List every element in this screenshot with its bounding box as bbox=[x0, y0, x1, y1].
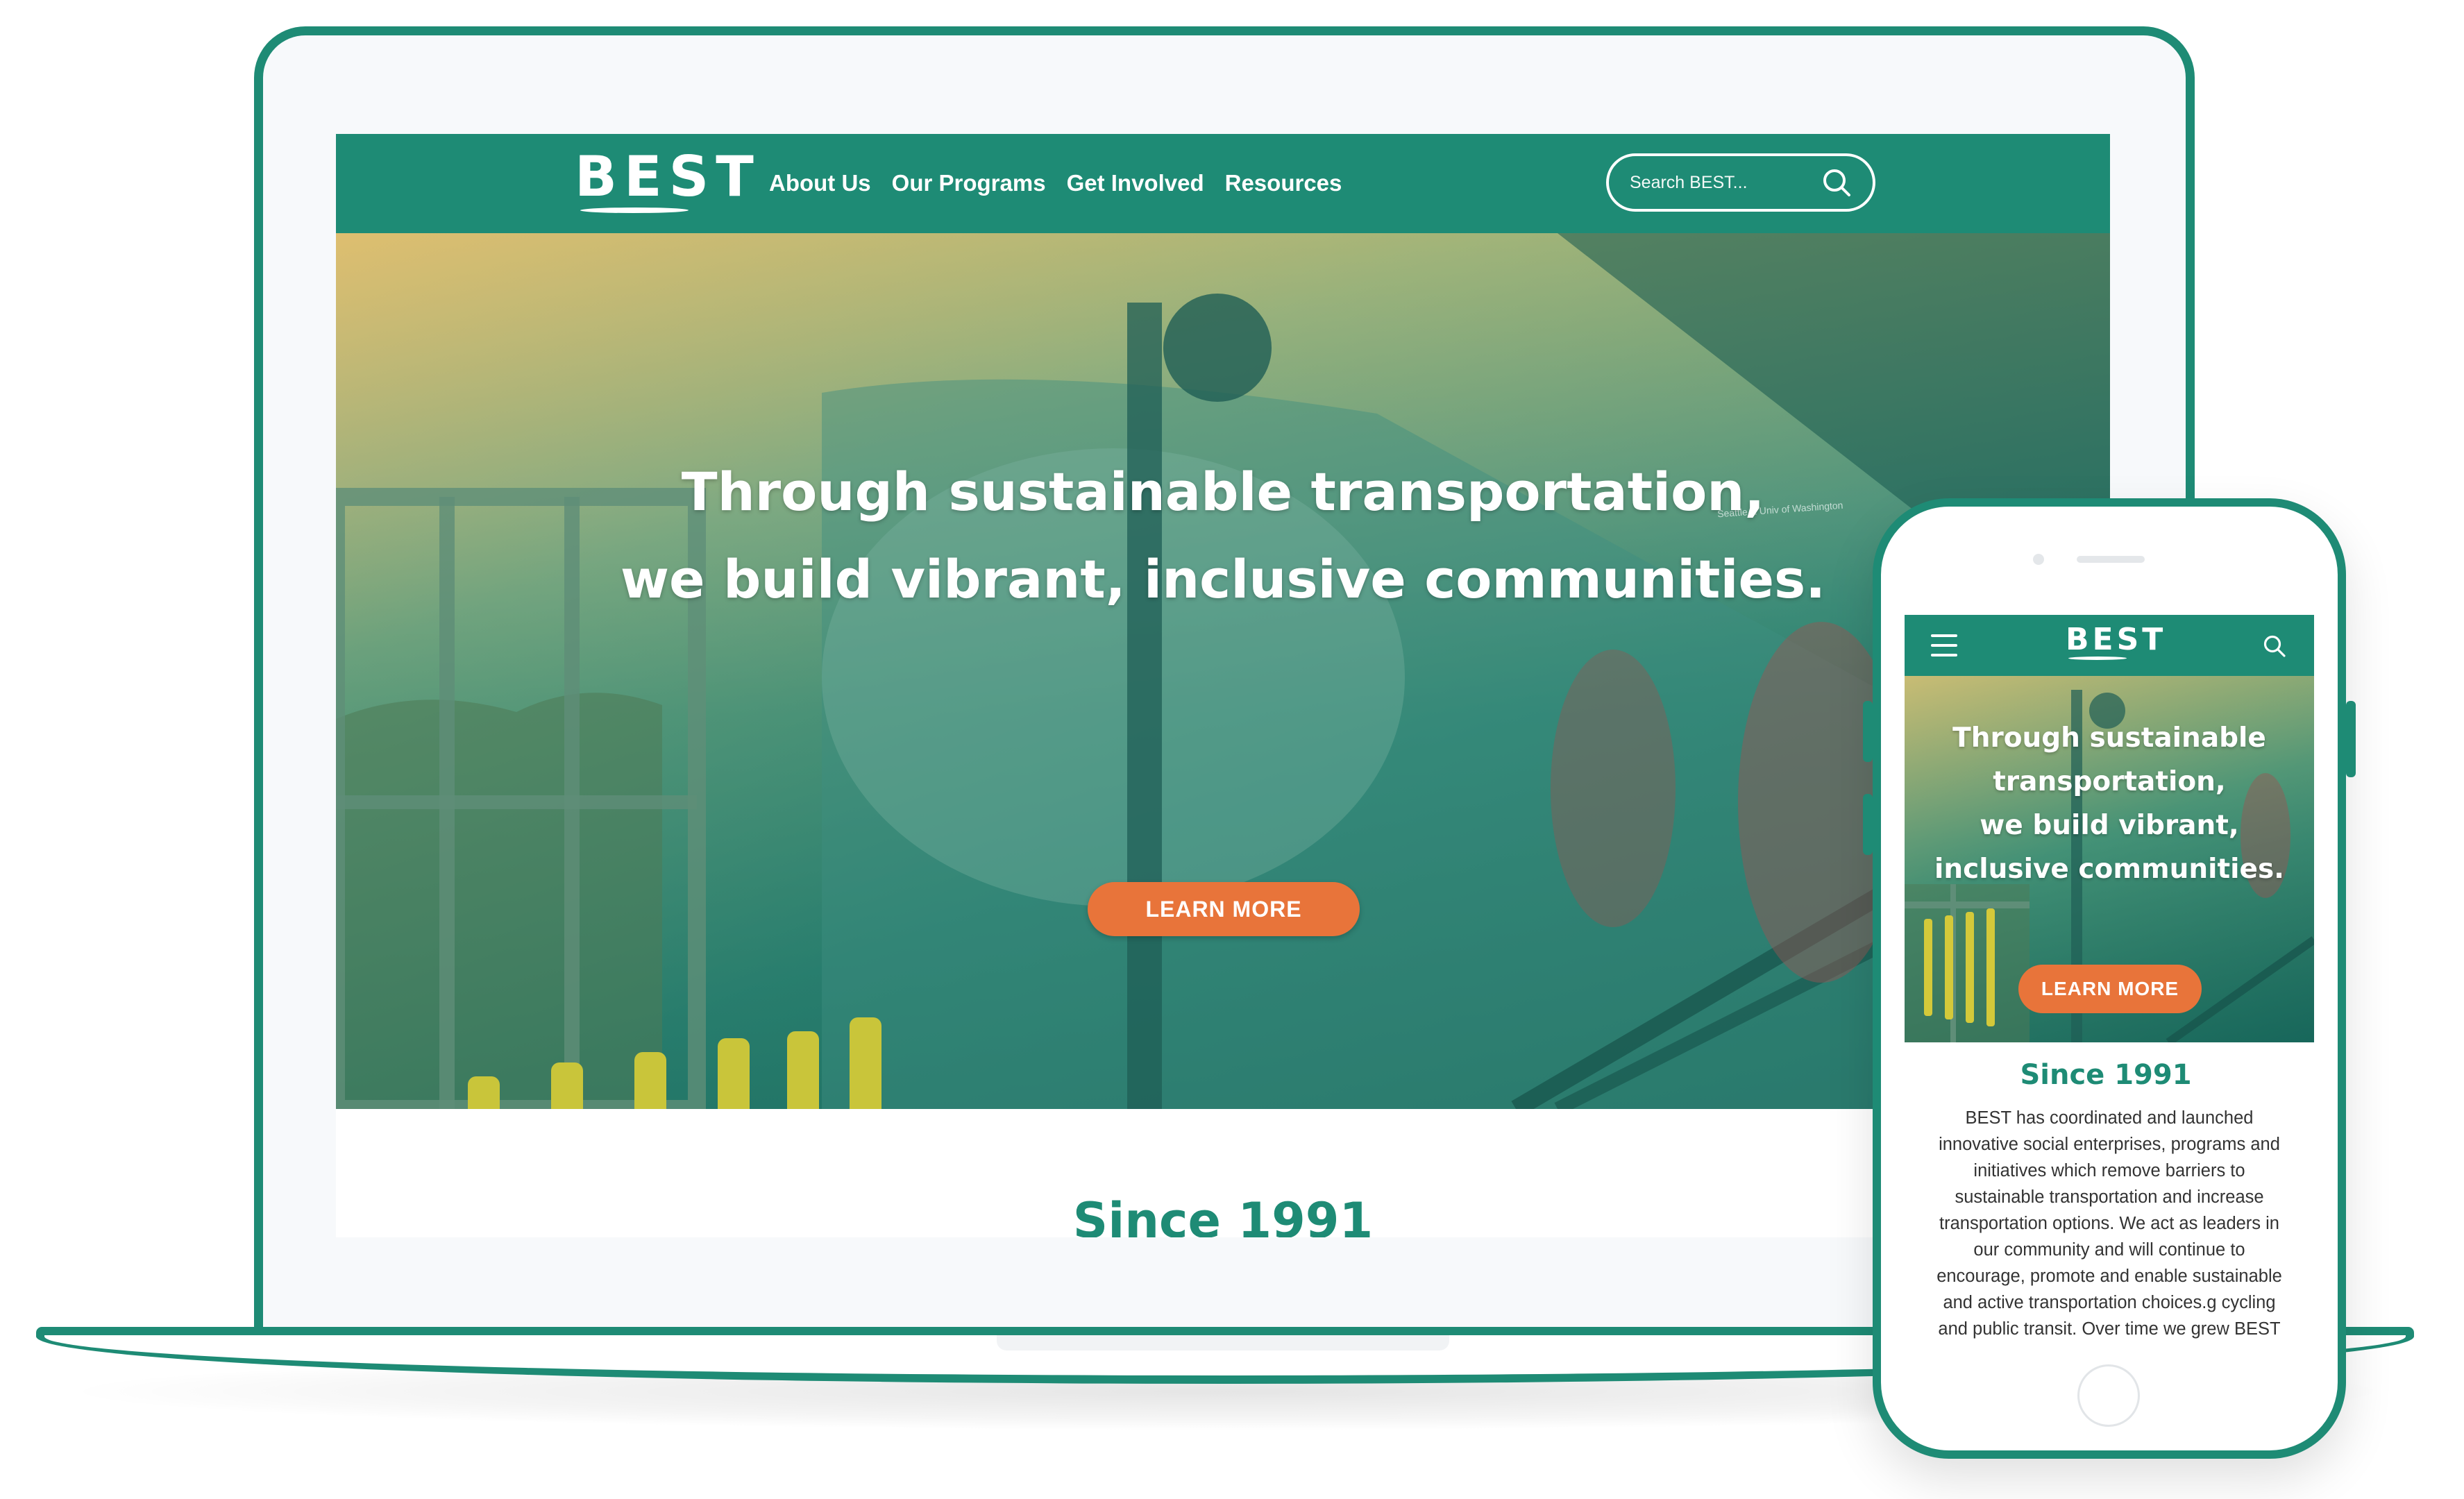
desktop-header: BEST About Us Our Programs Get Involved … bbox=[336, 134, 2110, 233]
mobile-hero-banner: Through sustainable transportation, we b… bbox=[1905, 676, 2314, 1042]
search-placeholder: Search BEST... bbox=[1630, 172, 1748, 192]
paragraph-line: encourage, promote and enable sustainabl… bbox=[1936, 1267, 2282, 1286]
nav-our-programs[interactable]: Our Programs bbox=[892, 170, 1046, 196]
phone-side-button bbox=[1863, 794, 1873, 855]
hero-headline-line-4: inclusive communities. bbox=[1934, 854, 2284, 885]
hero-banner: Seattle & Univ of Washington Through sus… bbox=[336, 233, 2110, 1109]
logo-swoosh bbox=[579, 208, 690, 213]
laptop-notch bbox=[997, 1335, 1449, 1350]
best-logo[interactable]: BEST bbox=[575, 149, 761, 205]
search-icon[interactable] bbox=[1821, 167, 1852, 198]
logo-swoosh bbox=[2068, 657, 2127, 660]
phone-home-button[interactable] bbox=[2077, 1364, 2140, 1427]
section-title: Since 1991 bbox=[1072, 1192, 1374, 1237]
hero-headline-line-2: transportation, bbox=[1993, 766, 2226, 797]
nav-resources[interactable]: Resources bbox=[1225, 170, 1342, 196]
paragraph-line: sustainable transportation and increase bbox=[1955, 1187, 2264, 1207]
paragraph-line: BEST has coordinated and launched bbox=[1965, 1108, 2254, 1128]
nav-about-us[interactable]: About Us bbox=[769, 170, 871, 196]
desktop-website: BEST About Us Our Programs Get Involved … bbox=[336, 134, 2110, 1237]
hero-headline-line-1: Through sustainable transportation, bbox=[681, 461, 1765, 523]
phone-side-button bbox=[1863, 701, 1873, 762]
paragraph-line: initiatives which remove barriers to bbox=[1973, 1161, 2245, 1180]
phone-power-button bbox=[2346, 701, 2356, 777]
section-title: Since 1991 bbox=[2020, 1059, 2192, 1091]
learn-more-button[interactable]: LEARN MORE bbox=[1088, 882, 1360, 936]
about-paragraph: BEST has coordinated and launched innova… bbox=[1924, 1105, 2295, 1339]
paragraph-line: our community and will continue to bbox=[1973, 1240, 2245, 1260]
hero-headline: Through sustainable transportation, we b… bbox=[336, 448, 2110, 623]
hero-photo-illustration bbox=[336, 233, 2110, 1109]
search-input[interactable]: Search BEST... bbox=[1606, 153, 1875, 212]
learn-more-button[interactable]: LEARN MORE bbox=[2018, 965, 2202, 1013]
hero-headline-line-1: Through sustainable bbox=[1952, 722, 2266, 754]
best-logo[interactable]: BEST bbox=[2066, 625, 2166, 655]
mobile-website: BEST Through sustainable transportation,… bbox=[1905, 615, 2314, 1339]
paragraph-line: innovative social enterprises, programs … bbox=[1939, 1135, 2280, 1154]
nav-get-involved[interactable]: Get Involved bbox=[1067, 170, 1204, 196]
paragraph-line: and active transportation choices.g cycl… bbox=[1943, 1293, 2276, 1312]
search-icon[interactable] bbox=[2263, 634, 2286, 658]
main-nav: About Us Our Programs Get Involved Resou… bbox=[769, 170, 1342, 196]
hero-headline-line-2: we build vibrant, inclusive communities. bbox=[620, 548, 1826, 610]
phone-speaker bbox=[2077, 556, 2145, 563]
paragraph-line: and public transit. Over time we grew BE… bbox=[1938, 1319, 2281, 1339]
mobile-header: BEST bbox=[1905, 615, 2314, 676]
phone-camera bbox=[2033, 554, 2044, 565]
hero-headline: Through sustainable transportation, we b… bbox=[1905, 716, 2314, 891]
hero-headline-line-3: we build vibrant, bbox=[1980, 810, 2239, 841]
hamburger-menu-icon[interactable] bbox=[1931, 634, 1957, 658]
paragraph-line: transportation options. We act as leader… bbox=[1939, 1214, 2279, 1233]
